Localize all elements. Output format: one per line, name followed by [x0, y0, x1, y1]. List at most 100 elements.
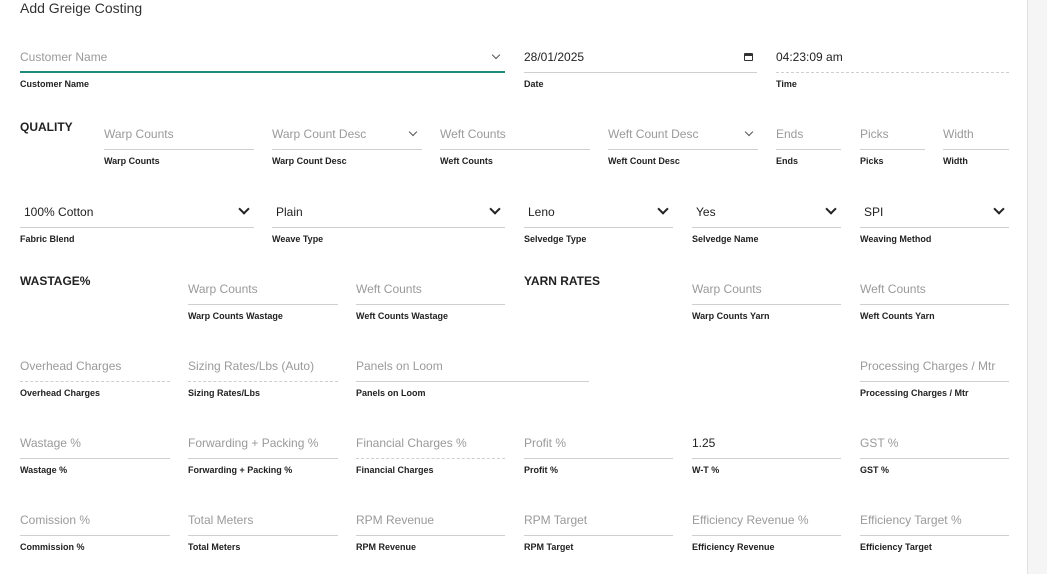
forwarding-packing-placeholder: Forwarding + Packing % — [188, 436, 319, 450]
yarn-rates-heading: YARN RATES — [524, 274, 601, 288]
selvedge-name-label: Selvedge Name — [692, 234, 759, 244]
chevron-down-icon — [993, 203, 1005, 215]
chevron-down-icon — [408, 127, 418, 137]
calendar-icon[interactable] — [744, 53, 753, 61]
chevron-down-icon — [744, 127, 754, 137]
weft-counts-wastage-input[interactable]: Weft Counts — [356, 273, 505, 305]
wt-percent-label: W-T % — [692, 465, 720, 475]
selvedge-name-select[interactable]: Yes — [692, 196, 841, 228]
warp-counts-input[interactable]: Warp Counts — [104, 118, 254, 150]
selvedge-type-value: Leno — [528, 205, 555, 219]
panels-on-loom-input[interactable]: Panels on Loom — [356, 350, 589, 382]
width-input[interactable]: Width — [943, 118, 1009, 150]
forwarding-packing-input[interactable]: Forwarding + Packing % — [188, 427, 338, 459]
weft-counts-wastage-placeholder: Weft Counts — [356, 282, 422, 296]
warp-counts-wastage-input[interactable]: Warp Counts — [188, 273, 338, 305]
sizing-rates-input[interactable]: Sizing Rates/Lbs (Auto) — [188, 350, 338, 382]
date-input[interactable]: 28/01/2025 — [524, 41, 757, 73]
fabric-blend-label: Fabric Blend — [20, 234, 75, 244]
sizing-rates-placeholder: Sizing Rates/Lbs (Auto) — [188, 359, 315, 373]
warp-count-desc-label: Warp Count Desc — [272, 156, 347, 166]
weaving-method-select[interactable]: SPI — [860, 196, 1009, 228]
rpm-revenue-label: RPM Revenue — [356, 542, 417, 552]
weft-count-desc-placeholder: Weft Count Desc — [608, 127, 699, 141]
chevron-down-icon — [825, 203, 837, 215]
time-label: Time — [776, 79, 797, 89]
profit-percent-label: Profit % — [524, 465, 559, 475]
processing-charges-label: Processing Charges / Mtr — [860, 388, 969, 398]
warp-count-desc-placeholder: Warp Count Desc — [272, 127, 367, 141]
chevron-down-icon — [657, 203, 669, 215]
commission-input[interactable]: Comission % — [20, 504, 170, 536]
overhead-charges-input[interactable]: Overhead Charges — [20, 350, 170, 382]
weave-type-select[interactable]: Plain — [272, 196, 505, 228]
wastage-heading: WASTAGE% — [20, 274, 91, 288]
efficiency-target-input[interactable]: Efficiency Target % — [860, 504, 1009, 536]
warp-counts-yarn-input[interactable]: Warp Counts — [692, 273, 841, 305]
weft-count-desc-select[interactable]: Weft Count Desc — [608, 118, 758, 150]
wastage-percent-placeholder: Wastage % — [20, 436, 81, 450]
time-input[interactable]: 04:23:09 am — [776, 41, 1009, 73]
chevron-down-icon — [489, 203, 501, 215]
total-meters-label: Total Meters — [188, 542, 241, 552]
weft-counts-yarn-placeholder: Weft Counts — [860, 282, 926, 296]
selvedge-type-label: Selvedge Type — [524, 234, 587, 244]
picks-input[interactable]: Picks — [860, 118, 925, 150]
weft-count-desc-label: Weft Count Desc — [608, 156, 680, 166]
panels-on-loom-placeholder: Panels on Loom — [356, 359, 443, 373]
customer-name-placeholder: Customer Name — [20, 50, 108, 64]
efficiency-revenue-placeholder: Efficiency Revenue % — [692, 513, 809, 527]
weft-counts-label: Weft Counts — [440, 156, 493, 166]
gst-percent-input[interactable]: GST % — [860, 427, 1009, 459]
gst-percent-label: GST % — [860, 465, 890, 475]
processing-charges-input[interactable]: Processing Charges / Mtr — [860, 350, 1009, 382]
customer-name-select[interactable]: Customer Name — [20, 41, 505, 73]
customer-name-label: Customer Name — [20, 79, 90, 89]
wastage-percent-label: Wastage % — [20, 465, 68, 475]
weft-counts-yarn-input[interactable]: Weft Counts — [860, 273, 1009, 305]
selvedge-name-value: Yes — [696, 205, 716, 219]
chevron-down-icon — [238, 203, 250, 215]
wt-percent-input[interactable]: 1.25 — [692, 427, 841, 459]
panels-on-loom-label: Panels on Loom — [356, 388, 426, 398]
weave-type-label: Weave Type — [272, 234, 324, 244]
efficiency-revenue-label: Efficiency Revenue — [692, 542, 775, 552]
commission-label: Commission % — [20, 542, 85, 552]
weft-counts-input[interactable]: Weft Counts — [440, 118, 590, 150]
date-value: 28/01/2025 — [524, 50, 585, 64]
efficiency-revenue-input[interactable]: Efficiency Revenue % — [692, 504, 841, 536]
warp-counts-wastage-label: Warp Counts Wastage — [188, 311, 283, 321]
financial-charges-input[interactable]: Financial Charges % — [356, 427, 505, 459]
ends-input[interactable]: Ends — [776, 118, 841, 150]
rpm-target-input[interactable]: RPM Target — [524, 504, 673, 536]
commission-placeholder: Comission % — [20, 513, 91, 527]
picks-label: Picks — [860, 156, 884, 166]
overhead-charges-label: Overhead Charges — [20, 388, 101, 398]
rpm-revenue-input[interactable]: RPM Revenue — [356, 504, 505, 536]
efficiency-target-label: Efficiency Target — [860, 542, 932, 552]
financial-charges-label: Financial Charges — [356, 465, 434, 475]
ends-placeholder: Ends — [776, 127, 804, 141]
width-placeholder: Width — [943, 127, 974, 141]
wastage-percent-input[interactable]: Wastage % — [20, 427, 170, 459]
weft-counts-wastage-label: Weft Counts Wastage — [356, 311, 449, 321]
fabric-blend-select[interactable]: 100% Cotton — [20, 196, 254, 228]
total-meters-input[interactable]: Total Meters — [188, 504, 338, 536]
warp-count-desc-select[interactable]: Warp Count Desc — [272, 118, 422, 150]
rpm-target-placeholder: RPM Target — [524, 513, 588, 527]
page-title: Add Greige Costing — [20, 0, 143, 16]
profit-percent-placeholder: Profit % — [524, 436, 567, 450]
rpm-target-label: RPM Target — [524, 542, 574, 552]
picks-placeholder: Picks — [860, 127, 889, 141]
time-value: 04:23:09 am — [776, 50, 843, 64]
weft-counts-placeholder: Weft Counts — [440, 127, 506, 141]
sizing-rates-label: Sizing Rates/Lbs — [188, 388, 261, 398]
warp-counts-label: Warp Counts — [104, 156, 160, 166]
weft-counts-yarn-label: Weft Counts Yarn — [860, 311, 935, 321]
financial-charges-placeholder: Financial Charges % — [356, 436, 467, 450]
overhead-charges-placeholder: Overhead Charges — [20, 359, 122, 373]
ends-label: Ends — [776, 156, 799, 166]
selvedge-type-select[interactable]: Leno — [524, 196, 673, 228]
weaving-method-value: SPI — [864, 205, 884, 219]
profit-percent-input[interactable]: Profit % — [524, 427, 673, 459]
